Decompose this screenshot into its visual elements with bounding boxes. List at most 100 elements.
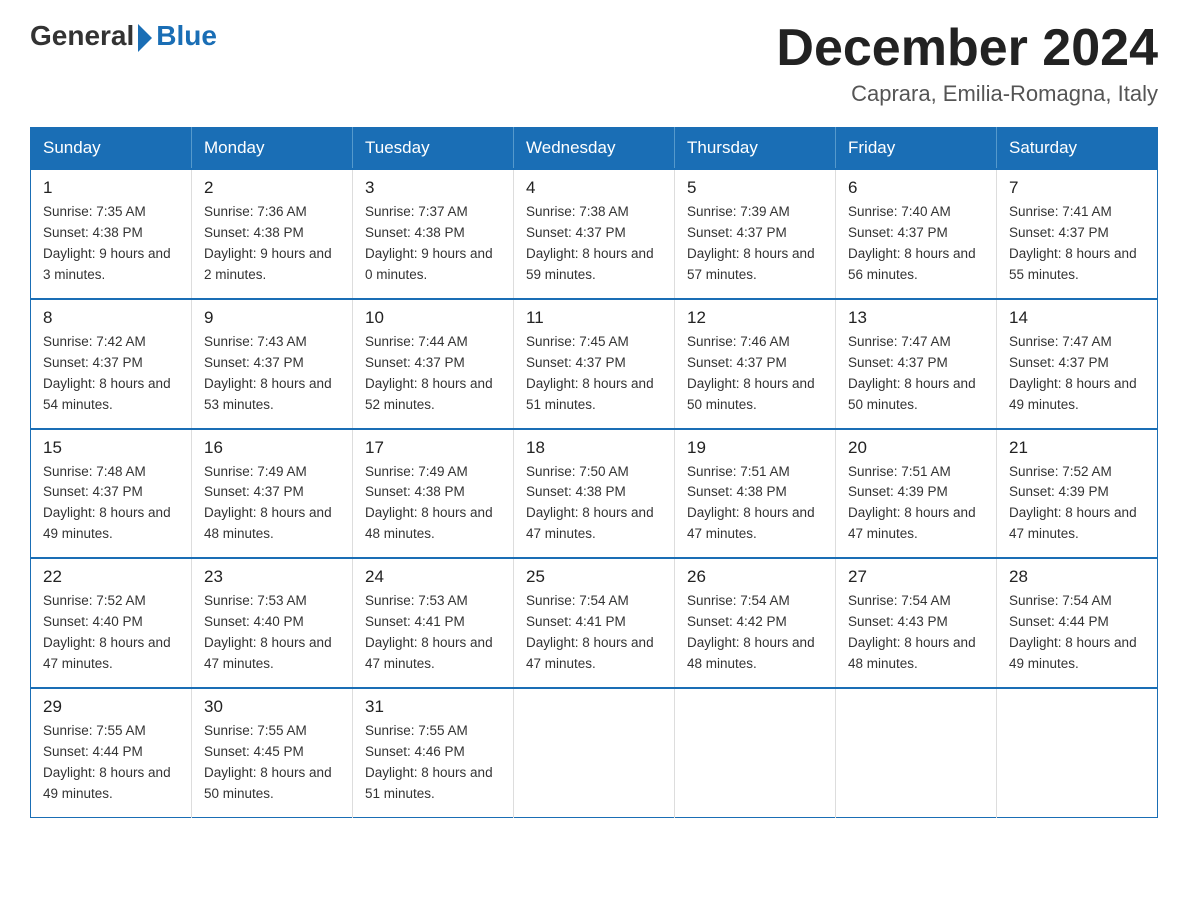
calendar-cell: 18Sunrise: 7:50 AMSunset: 4:38 PMDayligh… xyxy=(514,429,675,559)
day-info: Sunrise: 7:36 AMSunset: 4:38 PMDaylight:… xyxy=(204,202,340,286)
day-info: Sunrise: 7:52 AMSunset: 4:39 PMDaylight:… xyxy=(1009,462,1145,546)
calendar-cell: 15 Sunrise: 7:48 AMSunset: 4:37 PMDayligh… xyxy=(31,429,192,559)
calendar-cell: 5Sunrise: 7:39 AMSunset: 4:37 PMDaylight… xyxy=(675,169,836,299)
calendar-table: SundayMondayTuesdayWednesdayThursdayFrid… xyxy=(30,127,1158,817)
day-info: Sunrise: 7:47 AMSunset: 4:37 PMDaylight:… xyxy=(848,332,984,416)
day-info: Sunrise: 7:54 AMSunset: 4:42 PMDaylight:… xyxy=(687,591,823,675)
calendar-cell: 9Sunrise: 7:43 AMSunset: 4:37 PMDaylight… xyxy=(192,299,353,429)
day-info: Sunrise: 7:37 AMSunset: 4:38 PMDaylight:… xyxy=(365,202,501,286)
day-number: 14 xyxy=(1009,308,1145,328)
calendar-cell: 28 Sunrise: 7:54 AMSunset: 4:44 PMDayligh… xyxy=(997,558,1158,688)
day-number: 13 xyxy=(848,308,984,328)
calendar-cell: 16 Sunrise: 7:49 AMSunset: 4:37 PMDayligh… xyxy=(192,429,353,559)
day-number: 5 xyxy=(687,178,823,198)
title-block: December 2024 Caprara, Emilia-Romagna, I… xyxy=(776,20,1158,107)
day-info: Sunrise: 7:53 AMSunset: 4:41 PMDaylight:… xyxy=(365,591,501,675)
day-header-sunday: Sunday xyxy=(31,128,192,170)
day-info: Sunrise: 7:44 AMSunset: 4:37 PMDaylight:… xyxy=(365,332,501,416)
day-header-saturday: Saturday xyxy=(997,128,1158,170)
day-number: 25 xyxy=(526,567,662,587)
day-header-tuesday: Tuesday xyxy=(353,128,514,170)
day-info: Sunrise: 7:54 AMSunset: 4:41 PMDaylight:… xyxy=(526,591,662,675)
day-info: Sunrise: 7:40 AMSunset: 4:37 PMDaylight:… xyxy=(848,202,984,286)
calendar-cell: 26Sunrise: 7:54 AMSunset: 4:42 PMDayligh… xyxy=(675,558,836,688)
day-number: 16 xyxy=(204,438,340,458)
day-number: 10 xyxy=(365,308,501,328)
day-info: Sunrise: 7:38 AMSunset: 4:37 PMDaylight:… xyxy=(526,202,662,286)
day-info: Sunrise: 7:53 AMSunset: 4:40 PMDaylight:… xyxy=(204,591,340,675)
day-info: Sunrise: 7:54 AMSunset: 4:44 PMDaylight:… xyxy=(1009,591,1145,675)
day-number: 28 xyxy=(1009,567,1145,587)
calendar-cell: 3 Sunrise: 7:37 AMSunset: 4:38 PMDaylight… xyxy=(353,169,514,299)
day-number: 27 xyxy=(848,567,984,587)
day-info: Sunrise: 7:35 AMSunset: 4:38 PMDaylight:… xyxy=(43,202,179,286)
calendar-cell: 14 Sunrise: 7:47 AMSunset: 4:37 PMDayligh… xyxy=(997,299,1158,429)
calendar-body: 1Sunrise: 7:35 AMSunset: 4:38 PMDaylight… xyxy=(31,169,1158,817)
calendar-cell: 10 Sunrise: 7:44 AMSunset: 4:37 PMDayligh… xyxy=(353,299,514,429)
calendar-week-row: 15 Sunrise: 7:48 AMSunset: 4:37 PMDayligh… xyxy=(31,429,1158,559)
day-info: Sunrise: 7:48 AMSunset: 4:37 PMDaylight:… xyxy=(43,462,179,546)
calendar-cell: 23 Sunrise: 7:53 AMSunset: 4:40 PMDayligh… xyxy=(192,558,353,688)
calendar-cell xyxy=(514,688,675,817)
calendar-cell: 17 Sunrise: 7:49 AMSunset: 4:38 PMDayligh… xyxy=(353,429,514,559)
calendar-week-row: 22 Sunrise: 7:52 AMSunset: 4:40 PMDayligh… xyxy=(31,558,1158,688)
logo-general-text: General xyxy=(30,20,134,52)
day-info: Sunrise: 7:50 AMSunset: 4:38 PMDaylight:… xyxy=(526,462,662,546)
day-number: 29 xyxy=(43,697,179,717)
day-header-friday: Friday xyxy=(836,128,997,170)
logo-arrow-icon xyxy=(138,24,152,52)
day-header-wednesday: Wednesday xyxy=(514,128,675,170)
day-number: 20 xyxy=(848,438,984,458)
calendar-cell: 27 Sunrise: 7:54 AMSunset: 4:43 PMDayligh… xyxy=(836,558,997,688)
day-number: 22 xyxy=(43,567,179,587)
calendar-cell: 13 Sunrise: 7:47 AMSunset: 4:37 PMDayligh… xyxy=(836,299,997,429)
day-number: 15 xyxy=(43,438,179,458)
day-info: Sunrise: 7:54 AMSunset: 4:43 PMDaylight:… xyxy=(848,591,984,675)
calendar-cell xyxy=(675,688,836,817)
day-info: Sunrise: 7:55 AMSunset: 4:46 PMDaylight:… xyxy=(365,721,501,805)
calendar-cell: 25 Sunrise: 7:54 AMSunset: 4:41 PMDayligh… xyxy=(514,558,675,688)
calendar-week-row: 8 Sunrise: 7:42 AMSunset: 4:37 PMDaylight… xyxy=(31,299,1158,429)
calendar-cell: 2Sunrise: 7:36 AMSunset: 4:38 PMDaylight… xyxy=(192,169,353,299)
day-info: Sunrise: 7:46 AMSunset: 4:37 PMDaylight:… xyxy=(687,332,823,416)
day-number: 12 xyxy=(687,308,823,328)
calendar-header: SundayMondayTuesdayWednesdayThursdayFrid… xyxy=(31,128,1158,170)
day-info: Sunrise: 7:49 AMSunset: 4:38 PMDaylight:… xyxy=(365,462,501,546)
day-info: Sunrise: 7:45 AMSunset: 4:37 PMDaylight:… xyxy=(526,332,662,416)
day-number: 31 xyxy=(365,697,501,717)
calendar-cell: 12 Sunrise: 7:46 AMSunset: 4:37 PMDayligh… xyxy=(675,299,836,429)
day-info: Sunrise: 7:51 AMSunset: 4:38 PMDaylight:… xyxy=(687,462,823,546)
day-number: 24 xyxy=(365,567,501,587)
day-info: Sunrise: 7:52 AMSunset: 4:40 PMDaylight:… xyxy=(43,591,179,675)
calendar-cell: 4Sunrise: 7:38 AMSunset: 4:37 PMDaylight… xyxy=(514,169,675,299)
day-number: 11 xyxy=(526,308,662,328)
day-info: Sunrise: 7:51 AMSunset: 4:39 PMDaylight:… xyxy=(848,462,984,546)
calendar-cell xyxy=(836,688,997,817)
calendar-cell: 19 Sunrise: 7:51 AMSunset: 4:38 PMDayligh… xyxy=(675,429,836,559)
day-info: Sunrise: 7:47 AMSunset: 4:37 PMDaylight:… xyxy=(1009,332,1145,416)
day-number: 21 xyxy=(1009,438,1145,458)
day-info: Sunrise: 7:42 AMSunset: 4:37 PMDaylight:… xyxy=(43,332,179,416)
day-number: 3 xyxy=(365,178,501,198)
day-info: Sunrise: 7:49 AMSunset: 4:37 PMDaylight:… xyxy=(204,462,340,546)
location-subtitle: Caprara, Emilia-Romagna, Italy xyxy=(776,81,1158,107)
page-header: General Blue December 2024 Caprara, Emil… xyxy=(30,20,1158,107)
day-number: 23 xyxy=(204,567,340,587)
day-number: 8 xyxy=(43,308,179,328)
day-header-thursday: Thursday xyxy=(675,128,836,170)
calendar-cell: 21 Sunrise: 7:52 AMSunset: 4:39 PMDayligh… xyxy=(997,429,1158,559)
calendar-week-row: 29Sunrise: 7:55 AMSunset: 4:44 PMDayligh… xyxy=(31,688,1158,817)
day-number: 30 xyxy=(204,697,340,717)
logo-blue-text: Blue xyxy=(156,20,217,52)
calendar-cell: 30Sunrise: 7:55 AMSunset: 4:45 PMDayligh… xyxy=(192,688,353,817)
day-header-monday: Monday xyxy=(192,128,353,170)
day-number: 9 xyxy=(204,308,340,328)
day-number: 19 xyxy=(687,438,823,458)
calendar-cell xyxy=(997,688,1158,817)
day-number: 17 xyxy=(365,438,501,458)
calendar-cell: 8 Sunrise: 7:42 AMSunset: 4:37 PMDaylight… xyxy=(31,299,192,429)
calendar-cell: 7Sunrise: 7:41 AMSunset: 4:37 PMDaylight… xyxy=(997,169,1158,299)
calendar-cell: 6Sunrise: 7:40 AMSunset: 4:37 PMDaylight… xyxy=(836,169,997,299)
calendar-cell: 22 Sunrise: 7:52 AMSunset: 4:40 PMDayligh… xyxy=(31,558,192,688)
calendar-cell: 1Sunrise: 7:35 AMSunset: 4:38 PMDaylight… xyxy=(31,169,192,299)
